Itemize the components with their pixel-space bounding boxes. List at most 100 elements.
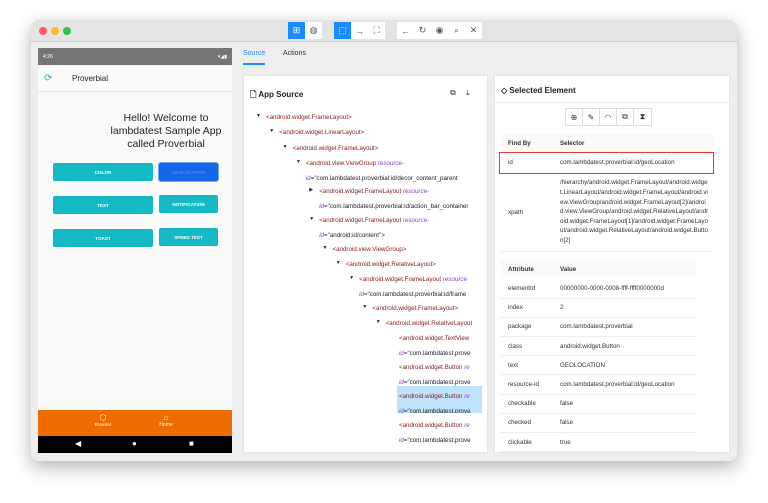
nav-home[interactable]: ⌂ Home: [156, 413, 176, 428]
tab-actions[interactable]: Actions: [283, 50, 306, 57]
tree-node[interactable]: <android.widget.RelativeLayout: [386, 317, 484, 332]
tree-node[interactable]: <android.widget.TextView id="com.lambdate…: [399, 332, 484, 361]
attribute-cell: package: [500, 317, 552, 338]
nav-browser[interactable]: ⬡ Browser: [93, 413, 113, 427]
close-icon[interactable]: ✕: [465, 22, 482, 39]
tree-node[interactable]: <android.widget.LinearLayout>: [279, 126, 484, 141]
tag-name: <android.widget.FrameLayout: [319, 188, 403, 195]
value-cell[interactable]: false: [552, 394, 696, 414]
selector-cell[interactable]: com.lambdatest.proverbial:id/geoLocation: [552, 153, 713, 174]
tree-node[interactable]: <android.widget.FrameLayout resource id="…: [359, 273, 484, 302]
expand-toggle-icon[interactable]: ▼: [336, 260, 341, 266]
expand-toggle-icon[interactable]: ▼: [309, 216, 314, 222]
tag-name: <android.widget.TextView: [399, 335, 470, 342]
speed-test-button[interactable]: SPEED TEST: [159, 228, 218, 246]
value-cell[interactable]: 00000000-0000-0008-ffff-ffff0000000d: [552, 279, 696, 299]
tree-node[interactable]: <android.widget.FrameLayout resource-id=…: [319, 185, 484, 214]
grid-icon[interactable]: ⊞: [288, 22, 305, 39]
value-cell[interactable]: true: [552, 432, 696, 453]
expand-toggle-icon[interactable]: ▼: [362, 304, 367, 310]
download-icon[interactable]: ⤓: [466, 88, 470, 98]
minimize-window-button[interactable]: [51, 27, 59, 35]
back-arrow-icon[interactable]: ←: [397, 22, 414, 39]
select-pointer-icon[interactable]: ⬚: [334, 22, 351, 39]
device-screen[interactable]: 4:26 ▾◢▮ ⟳ Proverbial Hello! Welcome to la…: [38, 48, 232, 453]
tree-node[interactable]: <android.widget.RelativeLayout>: [346, 258, 484, 273]
copy-xml-icon[interactable]: ⧉: [450, 88, 456, 98]
nav-browser-label: Browser: [94, 422, 112, 427]
app-source-title: App Source: [258, 90, 304, 99]
value-cell[interactable]: false: [552, 413, 696, 434]
app-bar: ⟳ Proverbial: [38, 65, 232, 92]
attr-value: ="com.lambdatest.prove: [403, 349, 471, 357]
tree-node[interactable]: <android.widget.FrameLayout>: [372, 302, 484, 317]
recents-icon[interactable]: ■: [189, 439, 194, 448]
globe-icon[interactable]: ◍: [305, 22, 322, 39]
tree-node[interactable]: <android.widget.Button re id="com.lambdat…: [399, 419, 484, 448]
tree-node[interactable]: <android.widget.Button re id="com.lambdat…: [397, 386, 482, 413]
clear-icon[interactable]: ◠: [600, 109, 617, 125]
selector-cell[interactable]: /hierarchy/android.widget.FrameLayout/an…: [552, 173, 713, 252]
home-icon: ⌂: [163, 413, 169, 422]
find-by-cell: xpath: [500, 173, 552, 252]
expand-toggle-icon[interactable]: ▼: [296, 159, 301, 165]
refresh-icon[interactable]: ↻: [414, 22, 431, 39]
timer-icon[interactable]: ⧗: [634, 109, 651, 125]
expand-toggle-icon[interactable]: ▼: [349, 275, 354, 281]
value-cell[interactable]: com.lambdatest.proverbial: [552, 317, 696, 338]
eye-icon[interactable]: ◉: [431, 22, 448, 39]
expand-toggle-icon[interactable]: ▼: [376, 319, 381, 325]
back-icon[interactable]: ◀: [75, 439, 81, 448]
value-cell[interactable]: 2: [552, 298, 696, 318]
expand-toggle-icon[interactable]: ▼: [269, 128, 274, 134]
color-button[interactable]: COLOR: [53, 163, 153, 181]
tag-name: <android.widget.FrameLayout: [319, 217, 403, 224]
notification-button[interactable]: NOTIFICATION: [159, 195, 218, 213]
fullscreen-icon[interactable]: ⛶: [368, 22, 385, 39]
find-by-table: Find By Selector id com.lambdatest.proverb…: [499, 134, 714, 252]
value-cell[interactable]: GEOLOCATION: [552, 355, 696, 376]
table-row[interactable]: class android.widget.Button: [500, 336, 696, 357]
tab-source[interactable]: Source: [243, 50, 265, 57]
expand-toggle-icon[interactable]: ▼: [323, 245, 328, 251]
expand-toggle-icon[interactable]: ▶: [309, 187, 313, 193]
expand-toggle-icon[interactable]: ▼: [283, 144, 288, 150]
geolocation-button[interactable]: GEOLOCATION: [158, 162, 219, 182]
tree-node[interactable]: <android.view.ViewGroup>: [333, 243, 485, 258]
welcome-text: Hello! Welcome to lambdatest Sample App …: [110, 112, 222, 150]
toast-button[interactable]: TOAST: [53, 229, 153, 247]
value-cell[interactable]: com.lambdatest.proverbial:id/geoLocation: [552, 374, 696, 395]
table-row[interactable]: resource-id com.lambdatest.proverbial:id/…: [500, 374, 696, 395]
table-row[interactable]: index 2: [500, 298, 696, 318]
tree-node[interactable]: <android.view.ViewGroup resource-id="com…: [306, 157, 484, 186]
tag-name: <android.widget.Button: [399, 422, 465, 429]
tree-node[interactable]: <android.widget.FrameLayout>: [266, 111, 484, 126]
table-row[interactable]: id com.lambdatest.proverbial:id/geoLocati…: [499, 152, 714, 174]
browser-icon: ⬡: [99, 413, 107, 422]
copy-icon[interactable]: ⧉: [617, 109, 634, 125]
tree-node[interactable]: <android.widget.FrameLayout>: [293, 142, 484, 157]
table-row[interactable]: package com.lambdatest.proverbial: [500, 317, 696, 338]
table-row[interactable]: checkable false: [500, 394, 696, 414]
value-header: Value: [552, 260, 696, 279]
arrow-right-icon[interactable]: →: [351, 22, 368, 39]
tap-icon[interactable]: ⊕: [566, 109, 583, 125]
app-title: Proverbial: [72, 73, 109, 83]
table-row[interactable]: checked false: [500, 413, 696, 434]
value-cell[interactable]: android.widget.Button: [552, 336, 696, 357]
attribute-cell: checkable: [500, 394, 552, 414]
table-row[interactable]: xpath/hierarchy/android.widget.FrameLayo…: [500, 173, 713, 252]
attr-name: re: [464, 422, 470, 429]
maximize-window-button[interactable]: [63, 27, 71, 35]
edit-icon[interactable]: ✎: [583, 109, 600, 125]
tree-node[interactable]: <android.widget.FrameLayout resource-id=…: [319, 214, 484, 243]
table-row[interactable]: clickable true: [500, 432, 696, 453]
close-window-button[interactable]: [39, 27, 47, 35]
text-button[interactable]: TEXT: [53, 196, 153, 214]
find-by-header: Find By: [500, 134, 552, 153]
table-row[interactable]: text GEOLOCATION: [500, 355, 696, 376]
home-circle-icon[interactable]: ●: [132, 439, 137, 448]
table-row[interactable]: elementId 00000000-0000-0008-ffff-ffff000…: [500, 279, 696, 299]
expand-toggle-icon[interactable]: ▼: [256, 113, 261, 119]
search-icon[interactable]: ⌕: [448, 22, 465, 39]
